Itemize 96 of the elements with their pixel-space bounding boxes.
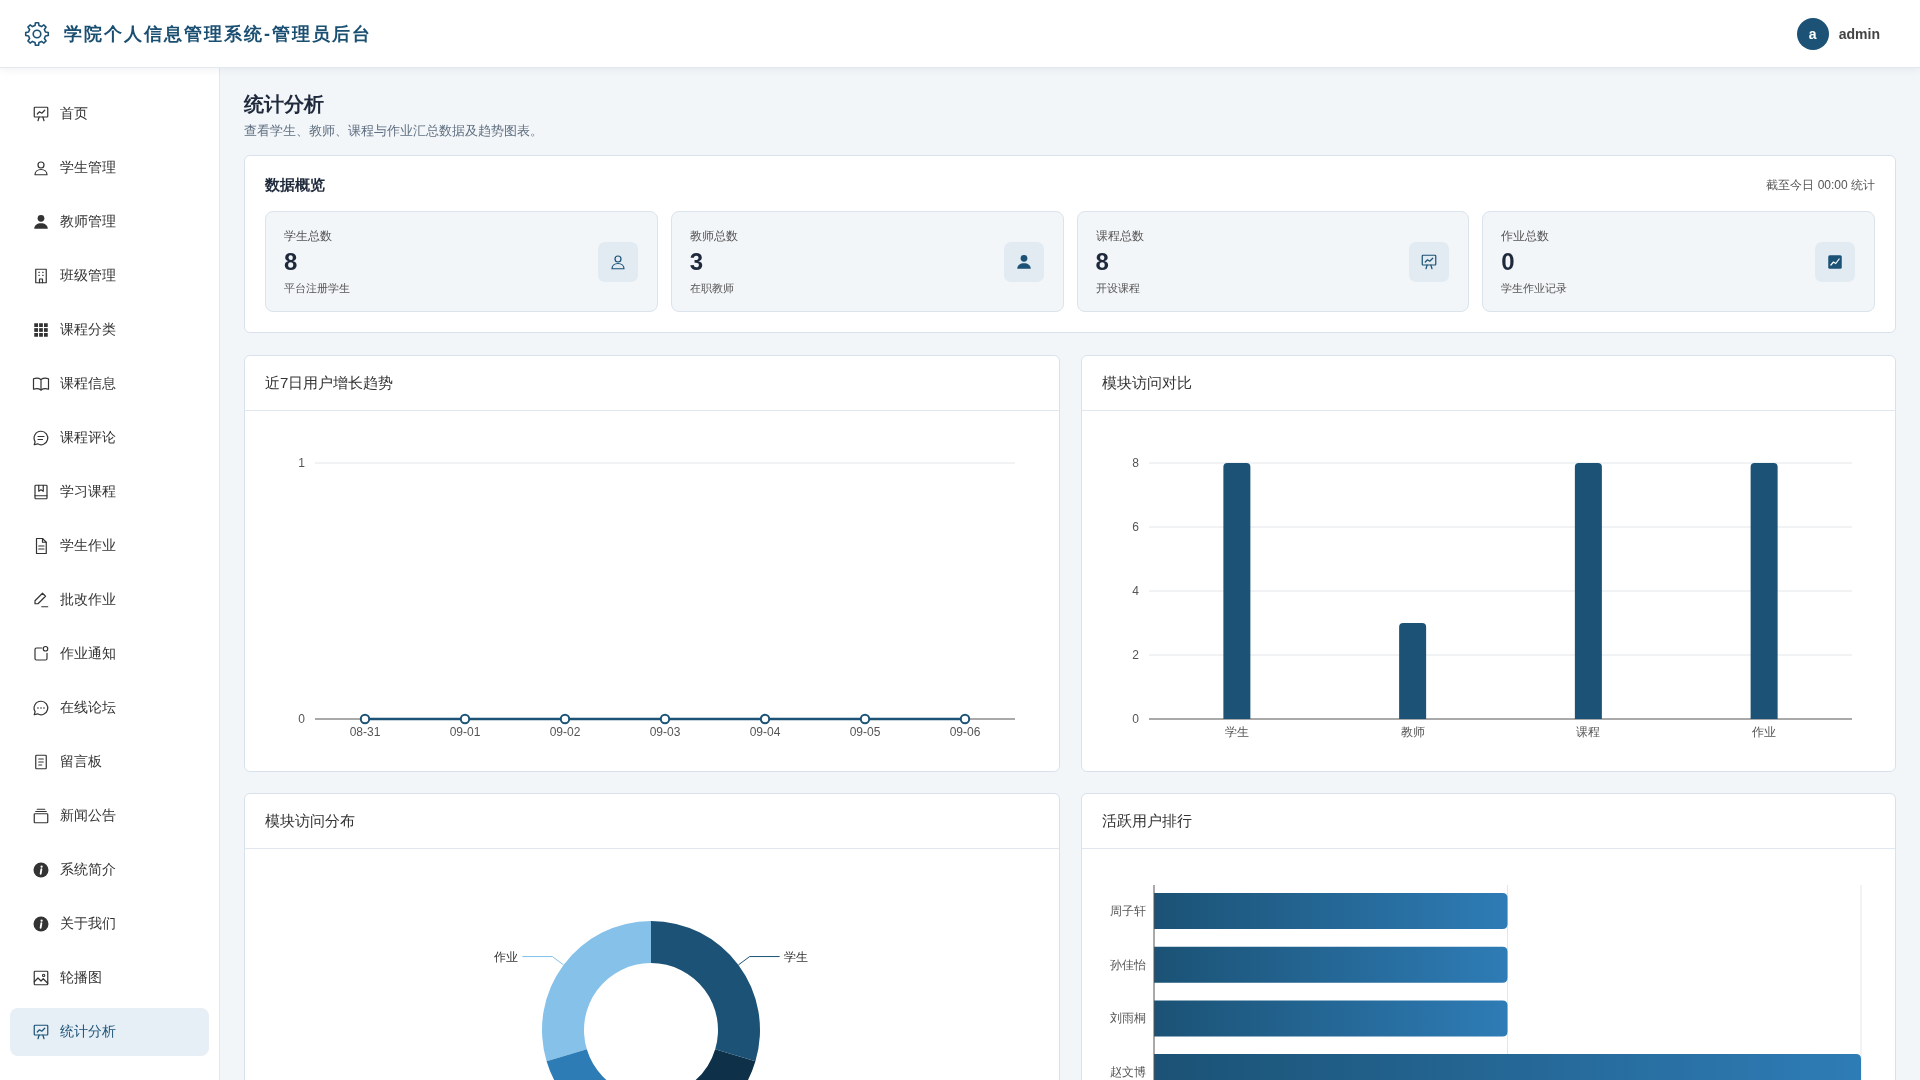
slice-label: 学生 bbox=[783, 949, 808, 964]
chart-board-icon bbox=[32, 105, 50, 123]
data-point bbox=[959, 713, 971, 725]
sidebar-item[interactable]: 系统简介 bbox=[10, 846, 209, 894]
tick-label: 09-03 bbox=[649, 725, 681, 739]
tick-label: 08-31 bbox=[349, 725, 381, 739]
notification-icon bbox=[32, 645, 50, 663]
book-icon bbox=[32, 375, 50, 393]
chart-title: 模块访问分布 bbox=[265, 811, 355, 831]
info-icon bbox=[32, 861, 50, 879]
sidebar-item[interactable]: 在线论坛 bbox=[10, 684, 209, 732]
stat-value: 0 bbox=[1501, 248, 1516, 276]
chat-icon bbox=[32, 429, 50, 447]
sidebar-item[interactable]: 首页 bbox=[10, 90, 209, 138]
tick-label: 教师 bbox=[1400, 725, 1425, 739]
user-icon bbox=[32, 213, 50, 231]
chart-title: 模块访问对比 bbox=[1101, 373, 1192, 393]
data-point bbox=[759, 713, 771, 725]
data-point bbox=[659, 713, 671, 725]
stat-note: 学生作业记录 bbox=[1501, 281, 1568, 296]
sidebar-item[interactable]: 学习课程 bbox=[10, 468, 209, 516]
tick-label: 学生 bbox=[1224, 725, 1249, 739]
tick-label: 8 bbox=[1131, 456, 1139, 470]
user-name-label: 赵文博 bbox=[1109, 1065, 1146, 1080]
sidebar-item[interactable]: 课程信息 bbox=[10, 360, 209, 408]
tick-label: 课程 bbox=[1575, 725, 1600, 739]
sidebar-item[interactable]: 新闻公告 bbox=[10, 792, 209, 840]
tick-label: 09-01 bbox=[449, 725, 481, 739]
user-avatar[interactable]: a bbox=[1796, 17, 1829, 50]
tick-label: 09-04 bbox=[749, 725, 781, 739]
user-icon bbox=[32, 159, 50, 177]
stat-note: 在职教师 bbox=[689, 281, 735, 296]
sidebar-item[interactable]: 关于我们 bbox=[10, 900, 209, 948]
user-name-label: 孙佳怡 bbox=[1109, 957, 1146, 972]
sidebar-item[interactable]: 学生管理 bbox=[10, 144, 209, 192]
pencil-icon bbox=[32, 591, 50, 609]
building-icon bbox=[32, 267, 50, 285]
tick-label: 09-02 bbox=[549, 725, 581, 739]
chart-title: 活跃用户排行 bbox=[1101, 811, 1192, 831]
data-point bbox=[359, 713, 371, 725]
tick-label: 6 bbox=[1131, 520, 1139, 534]
sidebar-item[interactable]: 课程分类 bbox=[10, 306, 209, 354]
slice-label: 作业 bbox=[494, 949, 519, 964]
sidebar-item[interactable]: 教师管理 bbox=[10, 198, 209, 246]
chart-title: 近7日用户增长趋势 bbox=[265, 373, 394, 393]
chart-board-icon bbox=[1409, 242, 1450, 282]
data-point bbox=[459, 713, 471, 725]
stat-label: 课程总数 bbox=[1095, 228, 1144, 244]
tick-label: 0 bbox=[298, 712, 305, 726]
stat-value: 3 bbox=[689, 248, 705, 276]
user-icon bbox=[597, 242, 638, 282]
user-name-label: 刘雨桐 bbox=[1109, 1011, 1146, 1026]
user-name-label: 周子轩 bbox=[1109, 904, 1146, 918]
sidebar-item[interactable]: 轮播图 bbox=[10, 954, 209, 1002]
stat-note: 平台注册学生 bbox=[284, 281, 350, 296]
tick-label: 09-05 bbox=[849, 725, 881, 739]
stat-label: 作业总数 bbox=[1501, 228, 1551, 244]
tick-label: 4 bbox=[1131, 584, 1139, 598]
chart-board-icon bbox=[32, 1023, 50, 1041]
tick-label: 09-06 bbox=[949, 725, 981, 739]
grid-icon bbox=[32, 321, 50, 339]
leader-line bbox=[521, 956, 565, 966]
user-icon bbox=[1003, 242, 1044, 282]
info-icon bbox=[32, 915, 50, 933]
page-title: 统计分析 bbox=[244, 92, 325, 117]
image-icon bbox=[32, 969, 50, 987]
tick-label: 作业 bbox=[1751, 725, 1776, 739]
tick-label: 0 bbox=[1131, 712, 1139, 726]
settings-icon bbox=[24, 20, 50, 47]
sidebar-item[interactable]: 班级管理 bbox=[10, 252, 209, 300]
app-title: 学院个人信息管理系统-管理员后台 bbox=[64, 22, 372, 46]
stat-note: 开设课程 bbox=[1095, 281, 1141, 296]
page-subtitle: 查看学生、教师、课程与作业汇总数据及趋势图表。 bbox=[244, 122, 544, 140]
stat-value: 8 bbox=[284, 248, 299, 276]
stack-icon bbox=[32, 807, 50, 825]
sidebar-item[interactable]: 留言板 bbox=[10, 738, 209, 786]
stat-label: 教师总数 bbox=[689, 228, 738, 244]
sidebar-item[interactable]: 作业通知 bbox=[10, 630, 209, 678]
data-point bbox=[559, 713, 571, 725]
sidebar-item[interactable]: 学生作业 bbox=[10, 522, 209, 570]
notes-icon bbox=[32, 753, 50, 771]
sidebar-item[interactable]: 批改作业 bbox=[10, 576, 209, 624]
tick-label: 2 bbox=[1131, 648, 1139, 662]
stat-value: 8 bbox=[1095, 248, 1110, 276]
stat-label: 学生总数 bbox=[284, 228, 333, 244]
bookmark-icon bbox=[32, 483, 50, 501]
data-point bbox=[859, 713, 871, 725]
chat-bubble-icon bbox=[32, 699, 50, 717]
username[interactable]: admin bbox=[1838, 25, 1880, 42]
line-chart-icon bbox=[1815, 242, 1855, 282]
sidebar-item[interactable]: 统计分析 bbox=[10, 1008, 209, 1056]
tick-label: 1 bbox=[298, 456, 305, 470]
sidebar-item[interactable]: 课程评论 bbox=[10, 414, 209, 462]
update-note: 截至今日 00:00 统计 bbox=[1766, 176, 1875, 194]
leader-line bbox=[737, 956, 781, 966]
section-title: 数据概览 bbox=[265, 175, 325, 195]
